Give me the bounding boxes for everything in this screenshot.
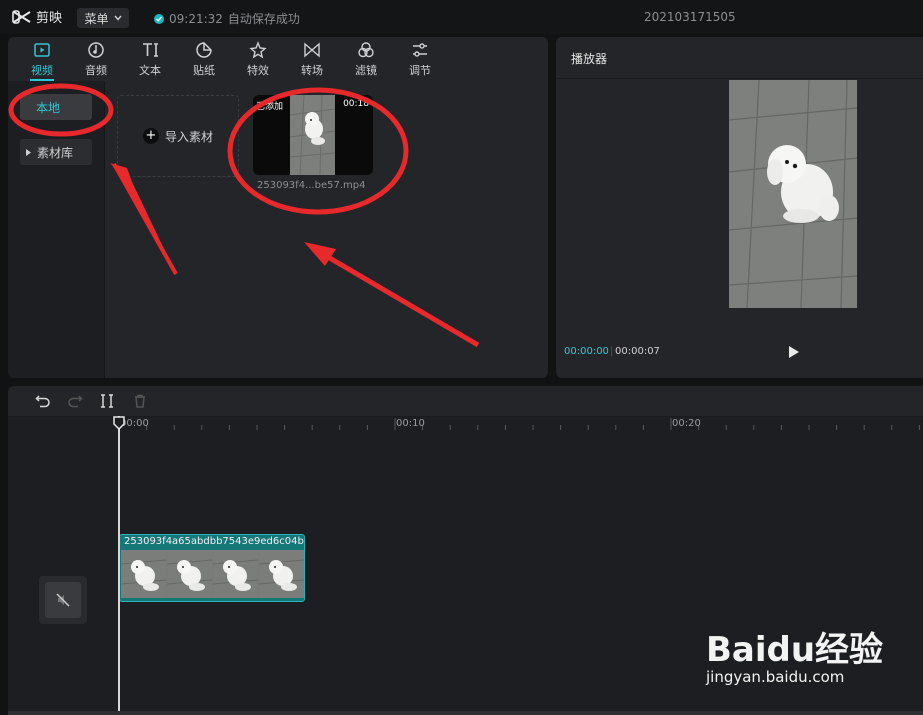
clip-filmstrip (121, 550, 304, 598)
added-badge: 已添加 (256, 102, 284, 112)
tab-text[interactable]: 文本 (129, 39, 171, 79)
audio-icon (88, 41, 104, 58)
timeline-toolbar (8, 386, 923, 417)
timeline-clip-name: 253093f4a65abdbb7543e9ed6c04be57 (124, 536, 305, 547)
filter-icon (358, 41, 374, 57)
media-panel: 视频 音频 文本 贴纸 特效 转场 滤镜 调节 本地 素材库 + 导入素材 已添… (8, 37, 548, 378)
delete-icon[interactable] (132, 393, 148, 409)
redo-icon[interactable] (67, 393, 83, 409)
check-icon (154, 13, 164, 24)
total-time: 00:00:07 (615, 346, 660, 357)
clip-duration: 00:18 (343, 99, 369, 109)
undo-icon[interactable] (35, 393, 51, 409)
tab-video[interactable]: 视频 (21, 39, 63, 79)
menu-label: 菜单 (84, 11, 109, 26)
mute-track-button[interactable] (45, 582, 81, 618)
top-bar: 剪映 菜单 09:21:32 自动保存成功 202103171505 (0, 0, 923, 34)
filmstrip-frame (212, 550, 259, 598)
plus-icon: + (142, 128, 159, 144)
tab-filter[interactable]: 滤镜 (345, 39, 387, 79)
ruler-label: 00:20 (672, 418, 701, 429)
media-clip-card[interactable]: 已添加 00:18 (253, 95, 373, 175)
save-time: 09:21:32 (169, 11, 223, 26)
adjust-icon (413, 42, 427, 57)
effects-icon (249, 40, 267, 59)
chevron-down-icon (113, 15, 122, 21)
track-header (39, 576, 87, 624)
capcut-logo-icon (12, 9, 31, 24)
sidebar-item-local[interactable]: 本地 (20, 94, 92, 120)
caret-right-icon (26, 148, 31, 156)
save-message: 自动保存成功 (227, 12, 300, 26)
text-icon (143, 42, 158, 57)
split-icon[interactable] (99, 393, 115, 409)
time-separator: | (610, 346, 614, 357)
ruler-label: 00:10 (396, 418, 425, 429)
media-side-nav: 本地 素材库 (8, 81, 105, 378)
filmstrip-frame (121, 550, 167, 598)
tab-adjust[interactable]: 调节 (399, 39, 441, 79)
tab-audio[interactable]: 音频 (75, 39, 117, 79)
watermark-brand: Baidu经验 (706, 630, 884, 670)
save-status: 09:21:32 自动保存成功 (154, 10, 300, 27)
tab-transition[interactable]: 转场 (291, 39, 333, 79)
baidu-watermark: Baidu经验 jingyan.baidu.com (706, 622, 883, 686)
transition-icon (304, 41, 320, 58)
tab-effects[interactable]: 特效 (237, 39, 279, 79)
watermark-url: jingyan.baidu.com (706, 668, 845, 686)
timeline-clip[interactable]: 253093f4a65abdbb7543e9ed6c04be57 (119, 534, 305, 602)
project-name: 202103171505 (644, 10, 736, 24)
player-panel: 播放器 00:00:00 | 00:00:07 (556, 37, 923, 378)
import-label: 导入素材 (164, 129, 213, 144)
play-icon[interactable] (788, 345, 800, 359)
clip-filename: 253093f4...be57.mp4 (257, 180, 366, 191)
import-media-button[interactable]: + 导入素材 (117, 95, 239, 177)
video-icon (34, 42, 50, 57)
player-preview (729, 80, 857, 308)
filmstrip-frame (166, 550, 213, 598)
menu-button[interactable]: 菜单 (77, 8, 129, 28)
sticker-icon (196, 41, 212, 58)
filmstrip-frame (258, 550, 304, 598)
divider (556, 78, 923, 79)
playhead-handle[interactable] (113, 416, 125, 430)
current-time: 00:00:00 (564, 346, 609, 357)
media-tabs: 视频 音频 文本 贴纸 特效 转场 滤镜 调节 (8, 37, 548, 81)
app-logo: 剪映 (12, 7, 62, 26)
sidebar-item-library[interactable]: 素材库 (20, 139, 92, 165)
player-title: 播放器 (571, 52, 608, 66)
mute-icon (56, 593, 70, 607)
app-name: 剪映 (36, 11, 63, 26)
timeline-scrollbar[interactable] (8, 711, 923, 715)
clip-thumbnail (290, 95, 335, 175)
tab-sticker[interactable]: 贴纸 (183, 39, 225, 79)
playhead[interactable] (118, 416, 120, 711)
